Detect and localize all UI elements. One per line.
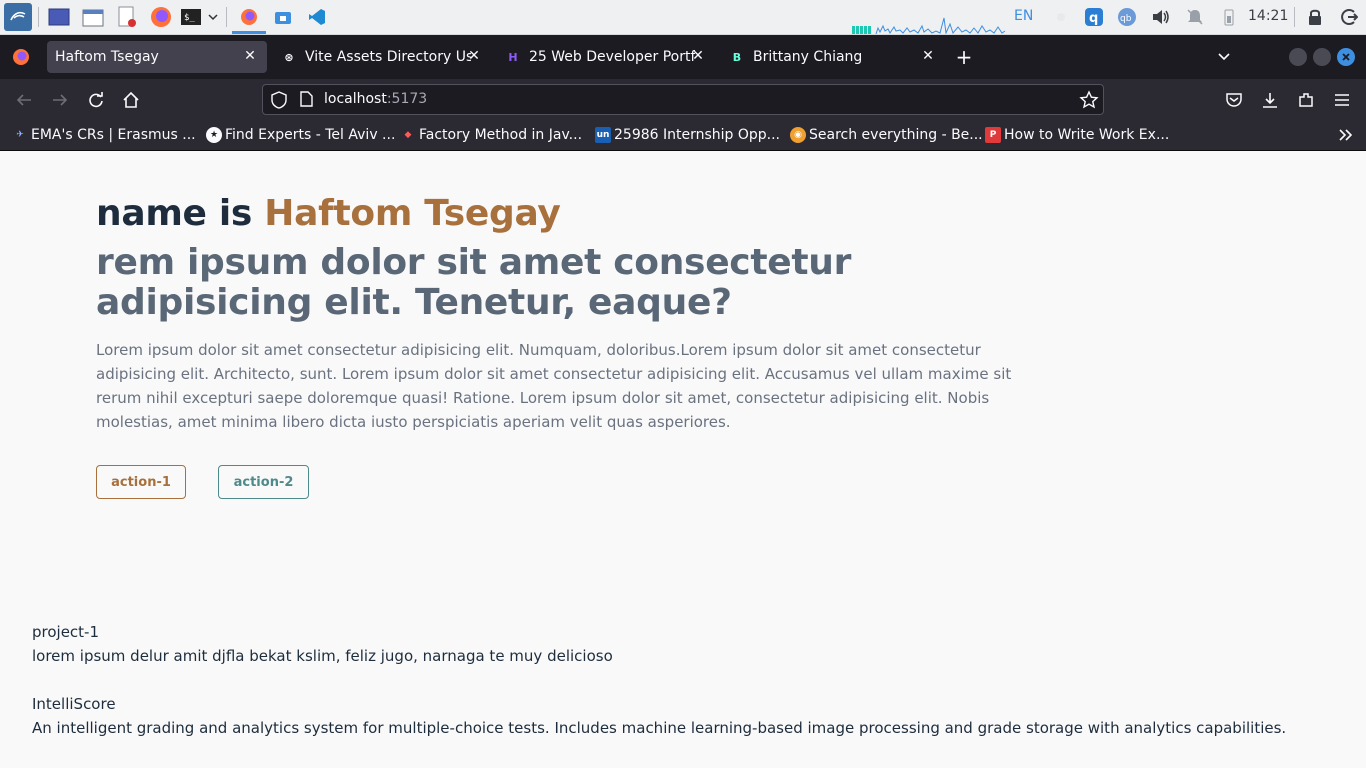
url-text[interactable]: localhost:5173	[324, 91, 427, 107]
tab-title: 25 Web Developer Portfolio	[529, 49, 695, 65]
web-page-content: name is Haftom Tsegay rem ipsum dolor si…	[0, 151, 1366, 768]
hashnode-favicon-icon: H	[508, 50, 518, 64]
bookmark-label: Find Experts - Tel Aviv ...	[225, 127, 396, 143]
close-icon[interactable]: ✕	[241, 47, 259, 65]
search-favicon-icon: ◉	[790, 127, 806, 143]
shield-icon[interactable]	[271, 91, 289, 109]
bookmark-label: EMA's CRs | Erasmus ...	[31, 127, 196, 143]
tab-brittany-chiang[interactable]: B Brittany Chiang ✕	[721, 41, 945, 73]
un-favicon-icon: un	[595, 127, 611, 143]
hero-heading: name is Haftom Tsegay	[96, 193, 561, 234]
bookmark-search-everything[interactable]: ◉ Search everything - Be...	[790, 126, 983, 144]
taskbar-separator	[226, 7, 227, 27]
reload-icon[interactable]	[84, 88, 108, 112]
taskbar-separator	[1294, 7, 1295, 27]
notifications-muted-icon[interactable]	[1184, 6, 1206, 28]
firefox-view-icon[interactable]	[10, 46, 32, 68]
firefox-active-icon[interactable]	[238, 6, 260, 28]
keyboard-layout-indicator[interactable]: EN	[1014, 8, 1033, 24]
bookmark-factory-method[interactable]: ◆ Factory Method in Jav...	[400, 126, 583, 144]
brightness-icon[interactable]	[1050, 6, 1072, 28]
app-tray-q-icon[interactable]: q	[1083, 6, 1105, 28]
system-taskbar: $_ EN q qb 14:21	[0, 0, 1366, 35]
close-icon[interactable]: ✕	[465, 47, 483, 65]
project-description: An intelligent grading and analytics sys…	[32, 719, 1287, 737]
page-info-icon[interactable]	[299, 91, 315, 109]
brittany-favicon-icon: B	[732, 50, 742, 64]
lock-icon[interactable]	[1304, 6, 1326, 28]
action-2-button[interactable]: action-2	[218, 465, 309, 499]
extensions-icon[interactable]	[1294, 88, 1318, 112]
clock[interactable]: 14:21	[1248, 8, 1288, 24]
project-description: lorem ipsum delur amit djfla bekat kslim…	[32, 647, 613, 665]
active-window-indicator	[232, 31, 266, 34]
project-item: IntelliScore An intelligent grading and …	[32, 692, 1332, 740]
ema-favicon-icon: ✈	[16, 130, 24, 140]
tab-title: Haftom Tsegay	[55, 49, 159, 65]
file-manager-icon[interactable]	[82, 6, 104, 28]
bookmark-label: Factory Method in Jav...	[419, 127, 583, 143]
forward-arrow-icon[interactable]	[48, 88, 72, 112]
logout-icon[interactable]	[1338, 6, 1360, 28]
bookmark-internship[interactable]: un 25986 Internship Opp...	[595, 126, 780, 144]
network-monitor-graph	[852, 17, 1006, 34]
hero-name: Haftom Tsegay	[264, 193, 561, 234]
tab-haftom-tsegay[interactable]: Haftom Tsegay ✕	[47, 41, 267, 73]
browser-tab-bar: Haftom Tsegay ✕ ⊛ Vite Assets Directory …	[0, 35, 1366, 79]
hero-description: Lorem ipsum dolor sit amet consectetur a…	[96, 341, 1012, 431]
tab-web-developer-portfolio[interactable]: H 25 Web Developer Portfolio ✕	[497, 41, 715, 73]
kali-menu-icon[interactable]	[4, 3, 32, 31]
taskbar-separator	[38, 7, 39, 27]
tab-vite-assets[interactable]: ⊛ Vite Assets Directory Usage ✕	[273, 41, 491, 73]
project-title: project-1	[32, 623, 100, 641]
url-port: :5173	[386, 91, 428, 107]
close-window-button[interactable]	[1337, 48, 1355, 66]
text-editor-icon[interactable]	[116, 6, 138, 28]
bookmark-star-icon[interactable]	[1079, 90, 1099, 110]
tab-title: Brittany Chiang	[753, 49, 863, 65]
back-arrow-icon[interactable]	[12, 88, 36, 112]
bookmark-label: 25986 Internship Opp...	[614, 127, 781, 143]
web-favicon-icon: ⊛	[284, 50, 294, 64]
downloads-icon[interactable]	[1258, 88, 1282, 112]
svg-text:q: q	[1089, 11, 1098, 26]
new-tab-button[interactable]: +	[952, 45, 976, 69]
close-icon[interactable]: ✕	[689, 47, 707, 65]
project-title: IntelliScore	[32, 695, 116, 713]
close-icon[interactable]: ✕	[919, 47, 937, 65]
workspace-icon[interactable]	[48, 6, 70, 28]
terminal-icon[interactable]: $_	[180, 6, 202, 28]
bookmarks-overflow-icon[interactable]	[1334, 123, 1358, 147]
bookmark-work-experience[interactable]: P How to Write Work Ex...	[985, 126, 1169, 144]
qbittorrent-icon[interactable]: qb	[1116, 6, 1138, 28]
bookmark-label: How to Write Work Ex...	[1004, 127, 1170, 143]
volume-icon[interactable]	[1150, 6, 1172, 28]
minimize-button[interactable]	[1289, 48, 1307, 66]
hero-name-prefix: name is	[96, 193, 265, 234]
home-icon[interactable]	[119, 88, 143, 112]
p-favicon-icon: P	[985, 127, 1001, 143]
find-experts-favicon-icon: ★	[206, 127, 222, 143]
url-host: localhost	[324, 91, 387, 107]
menu-hamburger-icon[interactable]	[1330, 88, 1354, 112]
url-bar[interactable]: localhost:5173	[262, 84, 1104, 115]
maximize-button[interactable]	[1313, 48, 1331, 66]
vscode-icon[interactable]	[306, 6, 328, 28]
action-1-button[interactable]: action-1	[96, 465, 186, 499]
folder-icon[interactable]	[272, 6, 294, 28]
pocket-icon[interactable]	[1222, 88, 1246, 112]
chevron-down-icon[interactable]	[205, 6, 221, 28]
bookmark-label: Search everything - Be...	[809, 127, 983, 143]
bookmark-find-experts[interactable]: ★ Find Experts - Tel Aviv ...	[206, 126, 395, 144]
svg-text:qb: qb	[1120, 14, 1132, 24]
tab-title: Vite Assets Directory Usage	[305, 49, 471, 65]
svg-text:$_: $_	[184, 13, 195, 23]
bookmark-ema-crs[interactable]: ✈ EMA's CRs | Erasmus ...	[12, 126, 196, 144]
firefox-icon[interactable]	[150, 6, 172, 28]
battery-icon[interactable]	[1218, 6, 1240, 28]
project-item: project-1 lorem ipsum delur amit djfla b…	[32, 620, 1332, 668]
refactoring-favicon-icon: ◆	[404, 130, 412, 140]
hero-tagline: rem ipsum dolor sit amet consectetur adi…	[96, 242, 852, 323]
list-all-tabs-icon[interactable]	[1212, 45, 1236, 69]
